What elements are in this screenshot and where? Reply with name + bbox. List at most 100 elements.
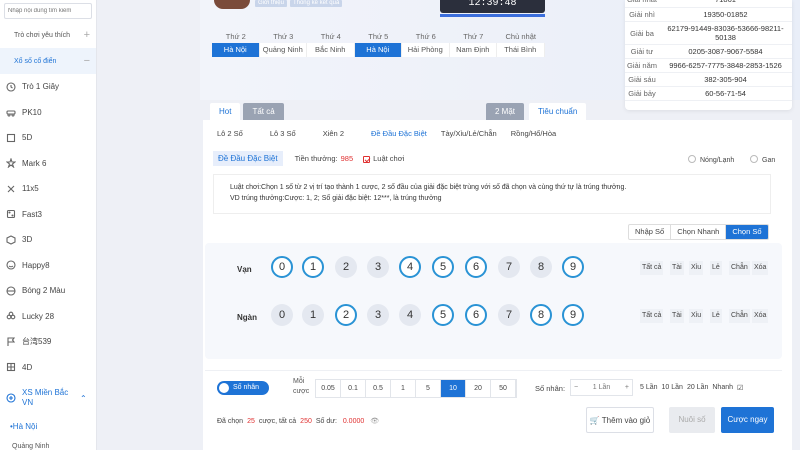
multiplier-option[interactable]: Nhanh [712,384,733,392]
sidebar-subitem-ha-noi[interactable]: •Hà Nội [0,416,96,436]
day-tab[interactable]: Thứ 6 Hải Phòng [402,30,450,57]
sidebar-subitem-quang-ninh[interactable]: Quảng Ninh [0,436,96,450]
digit-ball[interactable]: 9 [562,304,584,326]
quick-pick-button[interactable]: Xỉu [689,309,704,323]
day-tab[interactable]: Thứ 4 Bắc Ninh [307,30,355,57]
sidebar-group-favorites[interactable]: Trò chơi yêu thích + [0,22,96,48]
day-city[interactable]: Hà Nội [354,43,402,57]
digit-ball[interactable]: 2 [335,256,357,278]
search-input[interactable] [8,8,88,14]
day-city[interactable]: Quảng Ninh [259,43,307,57]
quick-pick-button[interactable]: Tất cả [640,261,664,275]
digit-ball[interactable]: 0 [271,256,293,278]
digit-ball[interactable]: 8 [530,256,552,278]
day-city[interactable]: Bắc Ninh [307,43,355,57]
subtab[interactable]: Lô 2 Số [217,129,243,138]
multiplier-toggle[interactable]: Số nhân [217,381,269,395]
search-field[interactable] [4,3,92,19]
mode-manual[interactable]: Nhập Số [629,225,672,239]
sidebar-item-4d[interactable]: 4D [0,355,96,381]
sidebar-item-5d[interactable]: 5D [0,125,96,151]
digit-ball[interactable]: 6 [465,256,487,278]
sidebar-item-tr-1-gi-y[interactable]: Trò 1 Giây [0,74,96,100]
multiplier-option[interactable]: 5 Lần [640,384,658,392]
intro-chip[interactable]: Giới thiệu [255,0,287,7]
amount-option[interactable]: 5 [416,380,441,397]
day-city[interactable]: Nam Định [449,43,497,57]
amount-option[interactable]: 50 [491,380,516,397]
minus-icon[interactable]: − [84,55,90,67]
subtab[interactable]: Rồng/Hổ/Hòa [511,129,556,138]
sidebar-item-xs-mien-bac[interactable]: XS Miền Bắc VN ⌃ [0,380,96,416]
quick-pick-button[interactable]: Chẵn [729,309,750,323]
tab-all[interactable]: Tất cả [243,103,284,121]
digit-ball[interactable]: 4 [399,256,421,278]
day-tab[interactable]: Thứ 2 Hà Nội [212,30,260,57]
day-tab[interactable]: Thứ 3 Quảng Ninh [259,30,307,57]
amount-option[interactable]: 20 [466,380,491,397]
subtab[interactable]: Lô 3 Số [270,129,296,138]
chevron-up-icon[interactable]: ⌃ [80,394,87,403]
minus-icon[interactable]: − [574,384,578,391]
digit-ball[interactable]: 0 [271,304,293,326]
amount-option[interactable]: 0.05 [316,380,341,397]
digit-ball[interactable]: 1 [302,304,324,326]
digit-ball[interactable]: 3 [367,304,389,326]
mode-quick[interactable]: Chọn Nhanh [671,225,727,239]
quick-pick-button[interactable]: Tất cả [640,309,664,323]
sidebar-item-11x5[interactable]: 11x5 [0,176,96,202]
digit-ball[interactable]: 2 [335,304,357,326]
day-city[interactable]: Thái Bình [497,43,545,57]
mode-pick[interactable]: Chọn Số [726,225,768,239]
rules-checkbox[interactable] [363,156,371,163]
day-tab[interactable]: Thứ 7 Nam Định [449,30,497,57]
quick-pick-button[interactable]: Tài [670,261,684,275]
edit-icon[interactable]: ☑ [737,384,743,392]
gan-radio[interactable]: Gan [750,154,775,164]
subtab[interactable]: Xiên 2 [323,129,344,138]
digit-ball[interactable]: 3 [367,256,389,278]
day-tab[interactable]: Thứ 5 Hà Nội [354,30,402,57]
quick-pick-button[interactable]: Lẻ [710,261,722,275]
multiplier-option[interactable]: 20 Lần [687,384,708,392]
amount-option[interactable]: 1 [391,380,416,397]
digit-ball[interactable]: 5 [432,304,454,326]
quick-pick-button[interactable]: Tài [670,309,684,323]
sidebar-item-b-ng-2-m-u[interactable]: Bóng 2 Màu [0,278,96,304]
sidebar-item-pk10[interactable]: PK10 [0,100,96,126]
sidebar-item-3d[interactable]: 3D [0,227,96,253]
amount-option[interactable]: 0.1 [341,380,366,397]
hot-cold-radio[interactable]: Nóng/Lạnh [688,154,734,164]
sidebar-item-fast3[interactable]: Fast3 [0,202,96,228]
plus-icon[interactable]: + [625,384,629,391]
bet-now-button[interactable]: Cược ngay [721,407,774,433]
sidebar-item-happy8[interactable]: Happy8 [0,253,96,279]
quick-pick-button[interactable]: Lẻ [710,309,722,323]
amount-option[interactable]: 0.5 [366,380,391,397]
sidebar-item-mark-6[interactable]: Mark 6 [0,151,96,177]
quick-pick-button[interactable]: Chẵn [729,261,750,275]
sidebar-item-lucky-28[interactable]: Lucky 28 [0,304,96,330]
digit-ball[interactable]: 7 [498,256,520,278]
eye-icon[interactable]: 👁 [370,418,379,425]
stats-chip[interactable]: Thống kê kết quả [289,0,343,7]
rules-label[interactable]: Luật chơi [373,154,404,163]
digit-ball[interactable]: 4 [399,304,421,326]
tab-hot[interactable]: Hot [210,103,241,121]
chase-button[interactable]: Nuôi số [669,407,715,433]
sidebar-item--539[interactable]: 台湾539 [0,329,96,355]
add-to-cart-button[interactable]: 🛒 Thêm vào giỏ [586,407,654,433]
day-tab[interactable]: Chủ nhật Thái Bình [497,30,545,57]
day-city[interactable]: Hải Phòng [402,43,450,57]
digit-ball[interactable]: 7 [498,304,520,326]
multiplier-stepper[interactable]: − 1 Lần + [570,379,633,396]
digit-ball[interactable]: 9 [562,256,584,278]
digit-ball[interactable]: 5 [432,256,454,278]
quick-pick-button[interactable]: Xóa [752,261,769,275]
plus-icon[interactable]: + [84,29,90,41]
quick-pick-button[interactable]: Xóa [752,309,769,323]
day-city[interactable]: Hà Nội [212,43,260,57]
tab-two-sides[interactable]: 2 Mặt [486,103,525,121]
subtab[interactable]: Tày/Xỉu/Lẻ/Chẵn [441,129,497,138]
sidebar-group-traditional[interactable]: Xổ số cổ điển − [0,48,96,74]
